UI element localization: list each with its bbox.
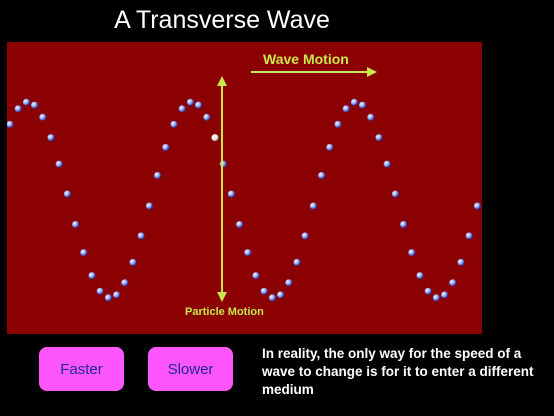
particle <box>236 221 244 228</box>
particle <box>154 172 162 179</box>
particle <box>55 160 63 168</box>
particle <box>88 272 96 280</box>
particle-motion-arrow <box>217 76 227 302</box>
particle <box>408 249 416 257</box>
particle <box>80 249 88 257</box>
particle <box>391 190 399 198</box>
particle <box>244 249 252 257</box>
particle <box>318 172 326 179</box>
particle <box>432 294 440 302</box>
particle <box>31 101 39 109</box>
particle <box>449 279 457 287</box>
particle <box>367 113 375 121</box>
wave-animation-area: Wave Motion Particle Motion <box>7 42 482 334</box>
particle <box>39 113 47 121</box>
particle <box>121 279 129 287</box>
particle <box>72 221 80 228</box>
particle <box>301 232 309 240</box>
particle <box>129 258 137 266</box>
particle <box>424 287 432 295</box>
slower-button[interactable]: Slower <box>148 347 233 391</box>
wave-motion-arrow <box>251 67 377 77</box>
particle <box>227 190 235 198</box>
wave-canvas <box>7 67 481 302</box>
particle <box>96 287 104 295</box>
particle <box>293 258 301 266</box>
particle <box>203 113 211 121</box>
particle <box>309 202 317 210</box>
particle <box>342 105 350 113</box>
particle <box>277 291 285 299</box>
particle <box>104 294 112 302</box>
particle <box>465 232 473 240</box>
page-title: A Transverse Wave <box>114 6 330 34</box>
particle <box>473 202 481 210</box>
particle <box>252 272 260 280</box>
particle <box>416 272 424 280</box>
particle <box>457 258 465 266</box>
particle <box>137 232 145 240</box>
highlighted-particle <box>211 134 219 142</box>
particle <box>383 160 391 168</box>
particle <box>400 221 408 228</box>
particle <box>47 134 55 142</box>
wave-motion-label: Wave Motion <box>263 51 349 67</box>
wave-particles <box>7 98 481 302</box>
particle <box>375 134 383 142</box>
particle <box>359 101 367 109</box>
particle <box>268 294 276 302</box>
particle <box>186 98 194 106</box>
particle <box>334 120 342 128</box>
particle <box>326 143 334 151</box>
particle <box>195 101 203 109</box>
particle <box>113 291 121 299</box>
particle <box>170 120 178 128</box>
particle <box>178 105 186 113</box>
particle <box>162 143 170 151</box>
particle <box>22 98 30 106</box>
particle-motion-label: Particle Motion <box>185 306 264 318</box>
particle <box>63 190 71 198</box>
faster-button[interactable]: Faster <box>39 347 124 391</box>
particle <box>7 120 14 128</box>
particle <box>145 202 153 210</box>
particle <box>285 279 293 287</box>
particle <box>219 160 227 168</box>
particle <box>260 287 268 295</box>
particle <box>14 105 22 113</box>
info-note: In reality, the only way for the speed o… <box>262 346 534 397</box>
particle <box>441 291 449 299</box>
particle <box>350 98 358 106</box>
